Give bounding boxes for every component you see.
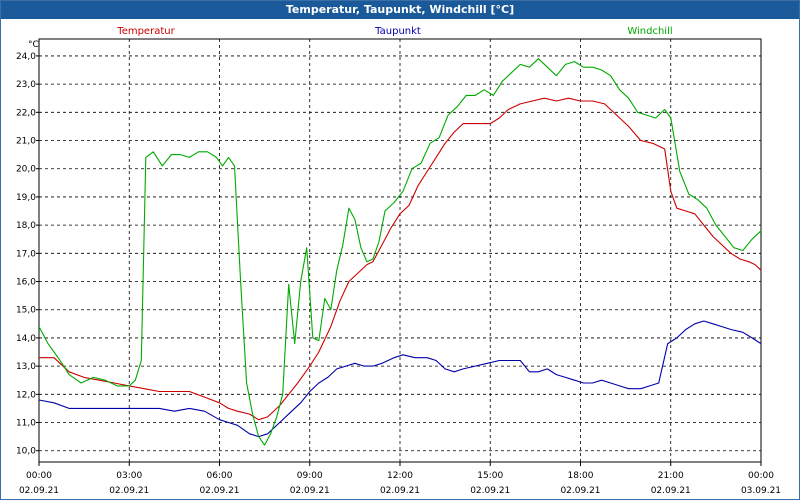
chart-window: Temperatur, Taupunkt, Windchill [°C] 10,… — [0, 0, 800, 500]
x-tick-time-label: 06:00 — [207, 471, 233, 481]
y-tick-label: 14,0 — [16, 334, 36, 344]
y-tick-label: 22,0 — [16, 108, 36, 118]
y-tick-label: 10,0 — [16, 447, 36, 457]
x-tick-time-label: 09:00 — [297, 471, 323, 481]
legend-entry-taupunkt: Taupunkt — [374, 26, 421, 37]
y-tick-label: 15,0 — [16, 306, 36, 316]
legend-entry-temperatur: Temperatur — [116, 26, 175, 37]
x-tick-date-label: 03.09.21 — [741, 486, 781, 496]
y-tick-label: 19,0 — [16, 193, 36, 203]
y-tick-label: 12,0 — [16, 390, 36, 400]
y-tick-label: 17,0 — [16, 249, 36, 259]
y-tick-label: 18,0 — [16, 221, 36, 231]
y-axis-label: °C — [28, 40, 39, 50]
x-tick-date-label: 02.09.21 — [109, 486, 149, 496]
x-tick-date-label: 02.09.21 — [560, 486, 600, 496]
x-tick-time-label: 00:00 — [26, 471, 52, 481]
y-tick-label: 21,0 — [16, 137, 36, 147]
x-tick-date-label: 02.09.21 — [19, 486, 59, 496]
x-tick-date-label: 02.09.21 — [290, 486, 330, 496]
y-tick-label: 11,0 — [16, 419, 36, 429]
y-tick-label: 24,0 — [16, 52, 36, 62]
legend-entry-windchill: Windchill — [627, 26, 672, 37]
x-axis-ticks: 00:00 02.09.21 03:00 02.09.21 06:00 02.09.21 0… — [19, 462, 781, 496]
x-tick-time-label: 00:00 — [748, 471, 774, 481]
x-tick-time-label: 03:00 — [116, 471, 142, 481]
x-tick-date-label: 02.09.21 — [199, 486, 239, 496]
chart-canvas: 10,0 11,0 12,0 13,0 14,0 15,0 16,0 17,0 18,0 19,0… — [16, 26, 781, 496]
y-tick-label: 16,0 — [16, 278, 36, 288]
x-tick-date-label: 02.09.21 — [470, 486, 510, 496]
x-tick-time-label: 15:00 — [477, 471, 503, 481]
y-tick-label: 13,0 — [16, 362, 36, 372]
x-tick-time-label: 12:00 — [387, 471, 413, 481]
y-tick-label: 20,0 — [16, 165, 36, 175]
x-tick-date-label: 02.09.21 — [651, 486, 691, 496]
x-tick-time-label: 18:00 — [568, 471, 594, 481]
y-axis-ticks: 10,0 11,0 12,0 13,0 14,0 15,0 16,0 17,0 18,0 19,0… — [16, 52, 39, 457]
x-tick-date-label: 02.09.21 — [380, 486, 420, 496]
x-tick-time-label: 21:00 — [658, 471, 684, 481]
y-tick-label: 23,0 — [16, 80, 36, 90]
